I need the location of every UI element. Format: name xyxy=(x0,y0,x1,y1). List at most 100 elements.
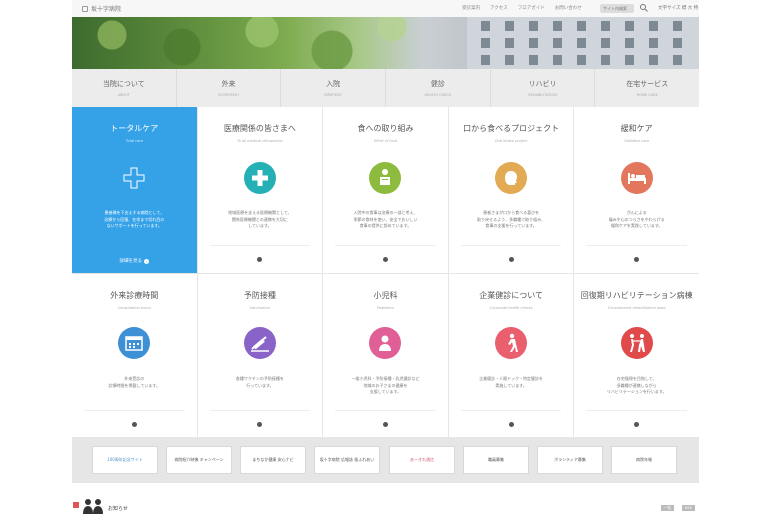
building-window xyxy=(529,38,538,48)
nav-label: 入院 xyxy=(326,80,341,88)
building-window xyxy=(673,21,682,31)
utility-link[interactable]: フロアガイド xyxy=(518,5,545,11)
banner-annual-report[interactable]: 病院年報 xyxy=(611,446,677,474)
nav-item-home-care[interactable]: 在宅サービス HOME CARE xyxy=(595,69,699,107)
banner-volunteer[interactable]: ボランティア募集 xyxy=(537,446,603,474)
utility-link[interactable]: 受診案内 xyxy=(462,5,480,11)
banner-news-letter[interactable]: あーきれ通信 xyxy=(389,446,455,474)
walking-assist-icon xyxy=(620,327,653,359)
banner-town-health-navi[interactable]: まちなか健康 安心ナビ xyxy=(240,446,306,474)
more-dot-icon[interactable] xyxy=(508,422,514,427)
nav-label: 外来 xyxy=(221,80,236,88)
card-rehab-ward[interactable]: 回復期リハビリテーション病棟 Convalescent rehabilitati… xyxy=(574,274,699,438)
more-dot-icon[interactable] xyxy=(634,422,640,427)
calendar-icon xyxy=(118,327,151,359)
card-description: 一般小児科・予防接種・乳児健診など 地域のお子さまの健康を 支援しています。 xyxy=(351,376,420,394)
building-window xyxy=(673,55,682,65)
banner-recruit[interactable]: 職員募集 xyxy=(463,446,529,474)
utility-link[interactable]: お問い合わせ xyxy=(555,5,582,11)
card-food[interactable]: 食への取り組み Effort of food 入院中の食事は治療の一部と考え、 … xyxy=(323,107,448,273)
face-profile-icon xyxy=(495,162,528,194)
arrow-right-icon: › xyxy=(144,258,150,264)
card-subtitle: Oral intake project xyxy=(494,139,528,143)
card-palliative-care[interactable]: 緩和ケア Palliative care がんによる 痛みや心のつらさをやわらげ… xyxy=(574,107,699,273)
card-oral-intake[interactable]: 口から食べるプロジェクト Oral intake project 患者さまが口か… xyxy=(448,107,574,273)
card-title: 緩和ケア xyxy=(620,124,653,133)
more-dot-icon[interactable] xyxy=(257,257,263,262)
banner-100th-anniversary[interactable]: 100周年記念サイト xyxy=(92,446,158,474)
card-corporate-checkup[interactable]: 企業健診について Corporate health checks 企業健診・人間… xyxy=(448,274,574,438)
search-input[interactable]: サイト内検索 xyxy=(600,4,634,13)
font-size-switcher[interactable]: 文字サイズ 標 大 特 xyxy=(658,5,698,11)
card-pediatrics[interactable]: 小児科 Pediatrics 一般小児科・予防接種・乳児健診など 地域のお子さま… xyxy=(323,274,448,438)
more-dot-icon[interactable] xyxy=(508,257,514,262)
building-window xyxy=(481,55,490,65)
more-dot-icon[interactable] xyxy=(131,422,137,427)
rss-button[interactable]: RSS xyxy=(682,505,695,511)
more-dot-icon[interactable] xyxy=(382,422,388,427)
more-dot-icon[interactable] xyxy=(382,257,388,262)
nav-label: 健診 xyxy=(430,80,445,88)
top-bar: 坂十字病院 受診案内 アクセス フロアガイド お問い合わせ サイト内検索 文字サ… xyxy=(72,0,699,17)
hero-foliage xyxy=(72,17,432,69)
card-title: 外来診療時間 xyxy=(110,291,159,300)
cross-plus-icon xyxy=(118,162,150,194)
card-description: 地域医療を支える医療機関として、 関係医療機関との連携を大切に しています。 xyxy=(228,210,292,228)
card-description: 各種ワクチンの予防接種を 行っています。 xyxy=(235,376,284,388)
nav-item-outpatient[interactable]: 外来 OUTPATIENT xyxy=(177,69,282,107)
nav-item-inpatient[interactable]: 入院 INPATIENT xyxy=(281,69,387,107)
search-icon[interactable] xyxy=(639,3,649,13)
site-logo[interactable]: 坂十字病院 xyxy=(82,4,121,13)
nav-label: 在宅サービス xyxy=(626,80,669,88)
utility-link[interactable]: アクセス xyxy=(490,5,508,11)
card-title: 回復期リハビリテーション病棟 xyxy=(580,291,693,300)
nav-sublabel: OUTPATIENT xyxy=(217,93,240,97)
news-section-header: お知らせ 一覧 RSS xyxy=(72,497,699,514)
news-marker-icon xyxy=(73,502,79,508)
card-description: 患者さまが口から食べる喜びを 取り戻せるよう、多職種で取り組み、 食事の支援を行… xyxy=(477,210,546,228)
card-subtitle: Corporate health checks xyxy=(489,306,533,310)
card-description: 外来受診の 診療時間を掲載しています。 xyxy=(108,376,161,388)
card-title: 食への取り組み xyxy=(357,124,414,133)
more-button[interactable]: 詳細を見る › xyxy=(72,258,197,264)
hero-building xyxy=(467,17,699,69)
building-window xyxy=(577,55,586,65)
more-dot-icon[interactable] xyxy=(634,257,640,262)
card-subtitle: Pediatrics xyxy=(376,306,395,310)
card-subtitle: Total care xyxy=(125,139,143,143)
building-window xyxy=(553,38,562,48)
card-subtitle: Vaccination xyxy=(249,306,270,310)
card-total-care[interactable]: トータルケア Total care 患者様を下支えする病院として、 治療から回復… xyxy=(72,107,197,273)
card-subtitle: Consultation hours xyxy=(117,306,151,310)
card-medical-professionals[interactable]: 医療関係の皆さまへ To all medical chiropractic 地域… xyxy=(197,107,323,273)
feature-grid: トータルケア Total care 患者様を下支えする病院として、 治療から回復… xyxy=(72,107,699,438)
building-window xyxy=(649,38,658,48)
child-icon xyxy=(369,327,402,359)
card-outpatient-hours[interactable]: 外来診療時間 Consultation hours 外来受診の 診療時間を掲載し… xyxy=(72,274,197,438)
more-button-label: 詳細を見る xyxy=(119,259,143,264)
banner-video-campaign[interactable]: 病院紹介映像 キャンペーン xyxy=(166,446,232,474)
nav-sublabel: INPATIENT xyxy=(324,93,343,97)
card-subtitle: To all medical chiropractic xyxy=(237,139,283,143)
building-window xyxy=(649,55,658,65)
more-dot-icon[interactable] xyxy=(257,422,263,427)
news-list-button[interactable]: 一覧 xyxy=(661,505,674,511)
nav-item-health-check[interactable]: 健診 HEALTH CHECK xyxy=(386,69,491,107)
nav-item-rehabilitation[interactable]: リハビリ REHABILITATION xyxy=(491,69,596,107)
building-window xyxy=(481,21,490,31)
banner-newsletter[interactable]: 坂十字病院 広報誌 桜ふれあい xyxy=(314,446,380,474)
nav-item-about[interactable]: 当院について ABOUT xyxy=(72,69,177,107)
building-window xyxy=(625,21,634,31)
hospital-bed-icon xyxy=(620,162,653,194)
card-title: 予防接種 xyxy=(243,291,276,300)
card-description: 入院中の食事は治療の一部と考え、 季節の食材を使い、安全でおいしい 食事の提供に… xyxy=(353,210,418,228)
card-vaccination[interactable]: 予防接種 Vaccination 各種ワクチンの予防接種を 行っています。 xyxy=(197,274,323,438)
utility-links: 受診案内 アクセス フロアガイド お問い合わせ xyxy=(462,5,582,11)
divider xyxy=(209,410,311,411)
building-window xyxy=(529,21,538,31)
building-window xyxy=(601,21,610,31)
banner-strip: 100周年記念サイト 病院紹介映像 キャンペーン まちなか健康 安心ナビ 坂十字… xyxy=(72,437,699,483)
building-window xyxy=(625,55,634,65)
syringe-icon xyxy=(243,327,276,359)
divider xyxy=(460,410,562,411)
